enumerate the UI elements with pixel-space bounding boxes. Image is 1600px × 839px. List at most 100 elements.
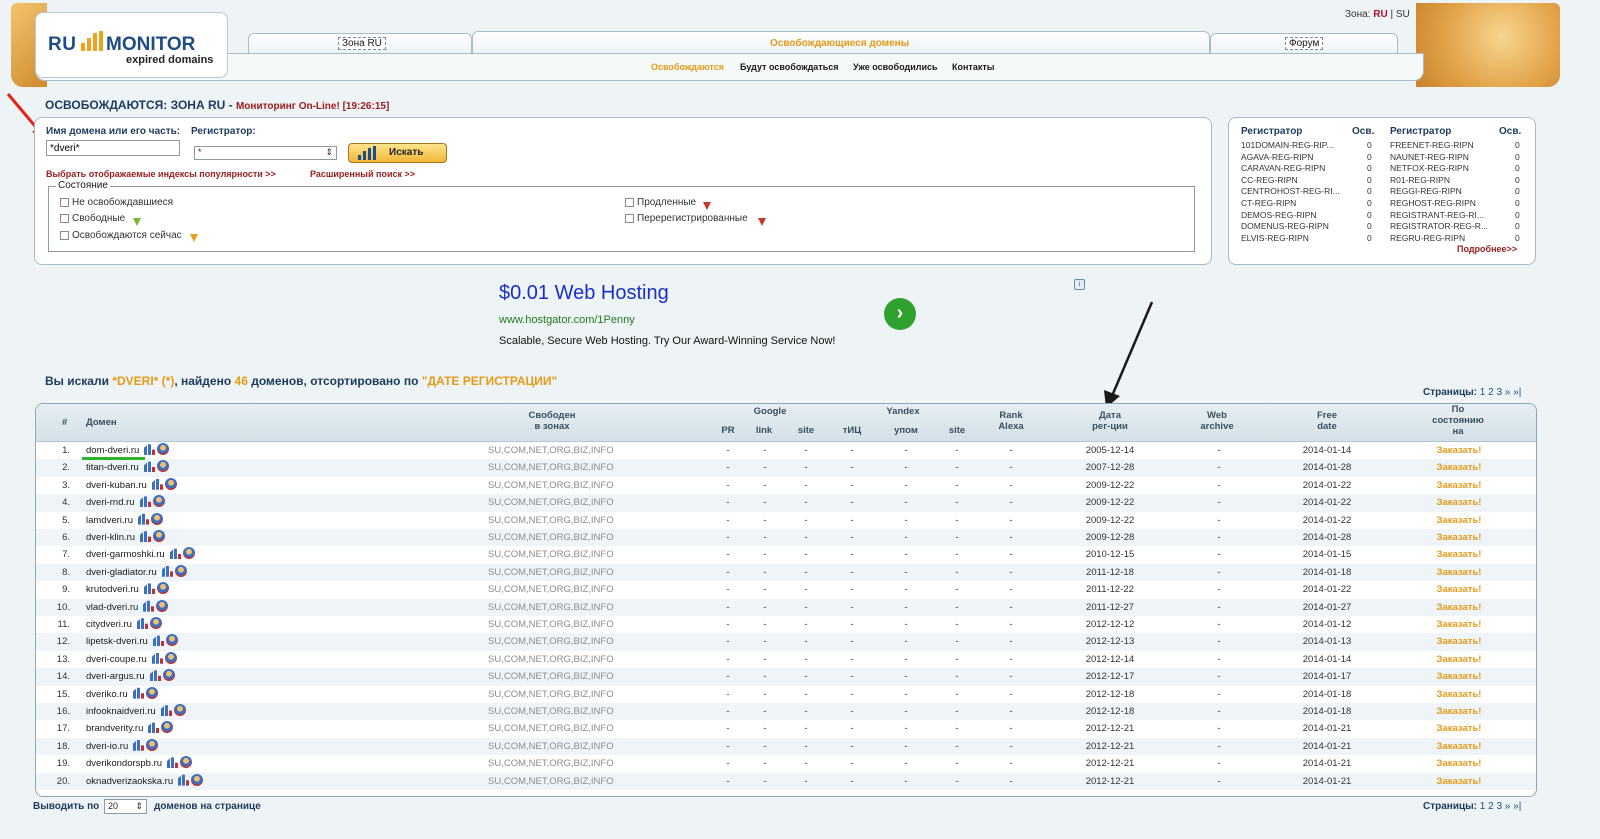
whois-person-icon[interactable]: [163, 669, 175, 682]
more-registrars-link[interactable]: Подробнее>>: [1457, 244, 1517, 254]
th-pr[interactable]: PR: [716, 425, 740, 436]
order-link[interactable]: Заказать!: [1437, 549, 1482, 560]
checkbox-free[interactable]: Свободные: [60, 213, 125, 224]
pagination-links[interactable]: 1 2 3 » »|: [1480, 387, 1522, 398]
order-link[interactable]: Заказать!: [1437, 462, 1482, 473]
registrar-name[interactable]: REGGI-REG-RIPN: [1390, 186, 1462, 196]
registrar-name[interactable]: REGISTRANT-REG-RI...: [1390, 210, 1484, 220]
stats-chart-icon[interactable]: [140, 496, 152, 508]
domain-link[interactable]: oknadverizaokska.ru: [86, 776, 173, 787]
order-link[interactable]: Заказать!: [1437, 758, 1482, 769]
whois-person-icon[interactable]: [183, 547, 195, 560]
registrar-name[interactable]: NETFOX-REG-RIPN: [1390, 163, 1469, 173]
th-freedate[interactable]: Free date: [1302, 410, 1352, 432]
order-link[interactable]: Заказать!: [1437, 567, 1482, 578]
stats-chart-icon[interactable]: [144, 583, 156, 595]
domain-link[interactable]: lamdveri.ru: [86, 515, 133, 526]
th-rank[interactable]: Rank Alexa: [986, 410, 1036, 432]
th-upom[interactable]: упом: [890, 425, 922, 436]
domain-link[interactable]: dveri-gladiator.ru: [86, 567, 157, 578]
zone-ru-link[interactable]: RU: [1373, 9, 1387, 20]
order-link[interactable]: Заказать!: [1437, 776, 1482, 787]
th-ysite[interactable]: site: [944, 425, 970, 436]
stats-chart-icon[interactable]: [138, 513, 150, 525]
domain-link[interactable]: krutodveri.ru: [86, 584, 139, 595]
checkbox-expiring-now[interactable]: Освобождаются сейчас: [60, 230, 182, 241]
registrar-name[interactable]: R01-REG-RIPN: [1390, 175, 1450, 185]
registrar-name[interactable]: DEMOS-REG-RIPN: [1241, 210, 1317, 220]
order-link[interactable]: Заказать!: [1437, 602, 1482, 613]
stats-chart-icon[interactable]: [178, 774, 190, 786]
per-page-select[interactable]: 20 ⇕: [104, 799, 147, 814]
domain-link[interactable]: dveri-argus.ru: [86, 671, 145, 682]
whois-person-icon[interactable]: [157, 460, 169, 473]
domain-link[interactable]: dveri-kuban.ru: [86, 480, 147, 491]
whois-person-icon[interactable]: [157, 582, 169, 595]
subnav-expired[interactable]: Уже освободились: [853, 62, 938, 72]
stats-chart-icon[interactable]: [143, 600, 155, 612]
domain-link[interactable]: dveri-io.ru: [86, 741, 128, 752]
ad-url[interactable]: www.hostgator.com/1Penny: [499, 314, 635, 326]
whois-person-icon[interactable]: [191, 773, 203, 786]
domain-link[interactable]: dveri-rnd.ru: [86, 497, 135, 508]
whois-person-icon[interactable]: [157, 443, 169, 455]
registrar-name[interactable]: CARAVAN-REG-RIPN: [1241, 163, 1325, 173]
stats-chart-icon[interactable]: [137, 618, 149, 629]
whois-person-icon[interactable]: [151, 512, 163, 525]
domain-link[interactable]: lipetsk-dveri.ru: [86, 636, 148, 647]
subnav-will-expire[interactable]: Будут освобождаться: [740, 62, 839, 72]
stats-chart-icon[interactable]: [133, 739, 145, 751]
checkbox-box[interactable]: [60, 214, 69, 223]
domain-link[interactable]: dveriko.ru: [86, 689, 128, 700]
registrar-name[interactable]: ELVIS-REG-RIPN: [1241, 233, 1309, 243]
tab-expiring-domains-label[interactable]: Освобождающиеся домены: [770, 38, 909, 49]
whois-person-icon[interactable]: [165, 477, 177, 490]
stats-chart-icon[interactable]: [148, 722, 160, 734]
registrar-name[interactable]: 101DOMAIN-REG-RIP...: [1241, 140, 1333, 150]
whois-person-icon[interactable]: [146, 686, 158, 699]
th-tic[interactable]: тИЦ: [838, 425, 866, 436]
th-link[interactable]: link: [752, 425, 776, 436]
order-link[interactable]: Заказать!: [1437, 671, 1482, 682]
whois-person-icon[interactable]: [146, 738, 158, 751]
whois-person-icon[interactable]: [153, 530, 165, 542]
registrar-name[interactable]: AGAVA-REG-RIPN: [1241, 152, 1313, 162]
whois-person-icon[interactable]: [161, 721, 173, 734]
stats-chart-icon[interactable]: [133, 687, 145, 699]
registrar-name[interactable]: DOMENUS-REG-RIPN: [1241, 221, 1329, 231]
whois-person-icon[interactable]: [180, 756, 192, 769]
order-link[interactable]: Заказать!: [1437, 445, 1482, 456]
order-link[interactable]: Заказать!: [1437, 497, 1482, 508]
domain-link[interactable]: citydveri.ru: [86, 619, 132, 630]
select-indices-link[interactable]: Выбрать отображаемые индексы популярност…: [46, 169, 276, 179]
whois-person-icon[interactable]: [166, 634, 178, 647]
subnav-expiring[interactable]: Освобождаются: [651, 62, 724, 72]
stats-chart-icon[interactable]: [140, 531, 152, 542]
order-link[interactable]: Заказать!: [1437, 654, 1482, 665]
stats-chart-icon[interactable]: [152, 478, 164, 490]
domain-link[interactable]: dveri-garmoshki.ru: [86, 549, 165, 560]
order-link[interactable]: Заказать!: [1437, 741, 1482, 752]
checkbox-renewed[interactable]: Продленные: [625, 197, 696, 208]
stats-chart-icon[interactable]: [144, 444, 156, 455]
checkbox-not-expired[interactable]: Не освобождавшиеся: [60, 197, 173, 208]
order-link[interactable]: Заказать!: [1437, 532, 1482, 543]
tab-zone-ru-label[interactable]: Зона RU: [338, 37, 386, 50]
domain-link[interactable]: dveri-klin.ru: [86, 532, 135, 543]
registrar-select[interactable]: * ⇕: [194, 146, 337, 160]
domain-link[interactable]: infooknaidveri.ru: [86, 706, 156, 717]
whois-person-icon[interactable]: [150, 617, 162, 629]
registrar-name[interactable]: CC-REG-RIPN: [1241, 175, 1298, 185]
domain-link[interactable]: dverikondorspb.ru: [86, 758, 162, 769]
registrar-name[interactable]: REGHOST-REG-RIPN: [1390, 198, 1476, 208]
subnav-contacts[interactable]: Контакты: [952, 62, 994, 72]
registrar-name[interactable]: CT-REG-RIPN: [1241, 198, 1296, 208]
stats-chart-icon[interactable]: [153, 635, 165, 647]
order-link[interactable]: Заказать!: [1437, 723, 1482, 734]
checkbox-box[interactable]: [60, 198, 69, 207]
ad-info-icon[interactable]: i: [1074, 279, 1085, 290]
registrar-name[interactable]: NAUNET-REG-RIPN: [1390, 152, 1469, 162]
stats-chart-icon[interactable]: [152, 652, 164, 664]
registrar-name[interactable]: CENTROHOST-REG-RI...: [1241, 186, 1340, 196]
order-link[interactable]: Заказать!: [1437, 619, 1482, 630]
